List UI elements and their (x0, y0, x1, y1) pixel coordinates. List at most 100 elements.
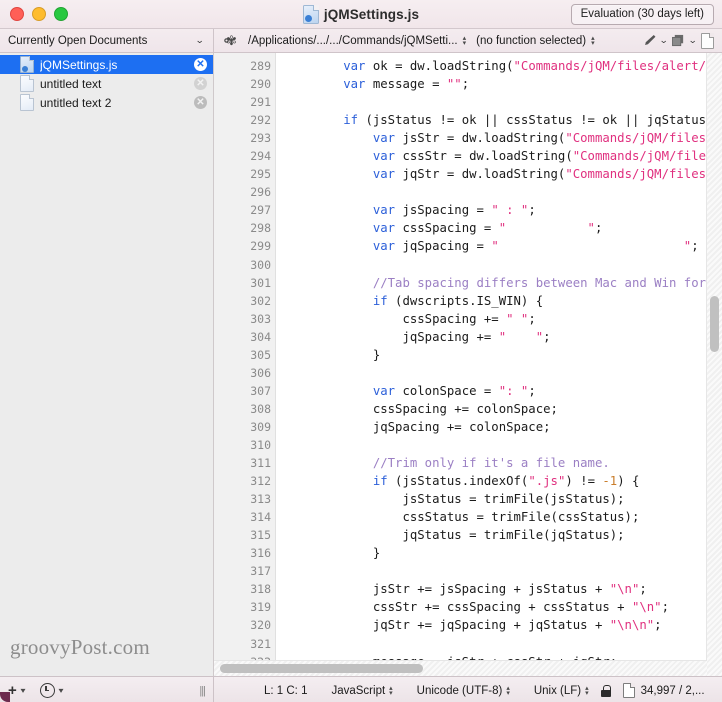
chevron-down-icon: ⌄ (658, 35, 669, 45)
line-number: 293 (250, 131, 271, 146)
line-number: 297 (250, 203, 271, 218)
encoding-popup[interactable]: Unicode (UTF-8) ▴ ▾ (405, 685, 522, 697)
chevron-down-icon: ⌄ (688, 35, 698, 45)
code-token: cssSpacing += (284, 311, 507, 326)
horizontal-scrollbar-thumb[interactable] (220, 664, 423, 673)
open-documents-popup[interactable]: Currently Open Documents ⌄ (0, 29, 214, 52)
code-token: ; (528, 311, 536, 326)
code-line: var jsStr = dw.loadString("Commands/jQM/… (276, 129, 722, 147)
evaluation-badge[interactable]: Evaluation (30 days left) (570, 4, 714, 25)
close-icon[interactable]: ✕ (194, 96, 207, 109)
code-line: cssStatus = trimFile(cssStatus); (276, 508, 722, 526)
line-number: 309 (250, 419, 271, 434)
resize-grip[interactable]: ||| (199, 685, 206, 697)
code-line: jsStr += jsSpacing + jsStatus + "\n"; (276, 580, 722, 598)
code-line: if (dwscripts.IS_WIN) { (276, 292, 722, 310)
stepper-icon: ▴ ▾ (462, 34, 467, 47)
main-content: jQMSettings.js ✕ untitled text ✕ untitled te… (0, 53, 722, 676)
code-token: cssStr += cssSpacing + cssStatus + (284, 600, 632, 615)
document-list-item[interactable]: untitled text ✕ (0, 74, 213, 93)
minimize-button[interactable] (32, 7, 46, 21)
close-icon[interactable]: ✕ (194, 77, 207, 90)
tag-button[interactable]: ⌄ (642, 34, 668, 47)
code-line: } (276, 544, 722, 562)
stack-button[interactable]: ⌄ (671, 34, 698, 47)
code-token: " " (506, 311, 529, 326)
language-popup[interactable]: JavaScript ▴ ▾ (319, 685, 404, 697)
code-line: jqStr += jqSpacing + jqStatus + "\n\n"; (276, 616, 722, 634)
code-token: jqStatus = trimFile(jqStatus); (284, 528, 625, 543)
chevron-down-icon[interactable]: ▾ (20, 686, 25, 695)
code-line: jqSpacing += colonSpace; (276, 418, 722, 436)
clock-icon[interactable] (39, 683, 55, 698)
code-token: jqSpacing = (395, 239, 492, 254)
line-number: 318 (250, 582, 271, 597)
code-token: cssSpacing = (395, 221, 499, 236)
close-icon[interactable]: ✕ (194, 58, 207, 71)
line-number: 306 (250, 365, 271, 380)
document-list-item[interactable]: jQMSettings.js ✕ (0, 55, 213, 74)
editor-window: jQMSettings.js Evaluation (30 days left)… (0, 0, 722, 702)
document-list-item[interactable]: untitled text 2 ✕ (0, 93, 213, 112)
line-number: 321 (250, 636, 271, 651)
code-token: var (343, 77, 366, 92)
line-number: 314 (250, 510, 271, 525)
toolbar-icon-group: ⌄ ⌄ (642, 32, 717, 49)
code-line: cssSpacing += " "; (276, 310, 722, 328)
function-popup[interactable]: (no function selected) ▴ ▾ (476, 35, 594, 47)
line-number: 299 (250, 239, 271, 254)
line-number: 305╴ (214, 346, 285, 364)
code-token: jqSpacing += colonSpace; (284, 419, 551, 434)
code-token: "Commands/jQM/files/alert/OK" (513, 59, 722, 73)
code-token: jsStr += jsSpacing + jsStatus + (284, 582, 610, 597)
line-number: 290 (250, 77, 271, 92)
line-number-gutter: 289 290 291292▾ 293 294 295 296 297 298 299 300 301… (214, 53, 285, 676)
code-token: jsSpacing = (395, 203, 492, 218)
code-token: ; (461, 77, 470, 92)
js-file-icon (302, 4, 319, 24)
horizontal-scrollbar[interactable] (214, 660, 707, 676)
code-text-area[interactable]: var ok = dw.loadString("Commands/jQM/fil… (276, 53, 722, 676)
code-token: var (372, 203, 396, 218)
code-token: //Trim only if it's a file name. (372, 456, 610, 471)
stepper-icon: ▴ ▾ (389, 684, 393, 697)
code-token: ; (528, 383, 536, 398)
code-token: ; (691, 239, 699, 254)
file-path-popup[interactable]: /Applications/.../.../Commands/jQMSetti.… (248, 35, 466, 47)
code-token: cssStr = dw.loadString( (395, 149, 573, 164)
code-line: var cssStr = dw.loadString("Commands/jQM… (276, 147, 722, 165)
chevron-down-icon[interactable]: ▾ (58, 686, 63, 695)
code-line: cssSpacing += colonSpace; (276, 400, 722, 418)
code-line: jsStatus = trimFile(jsStatus); (276, 490, 722, 508)
file-size-label: 34,997 / 2,... (640, 684, 705, 697)
code-token: ; (594, 221, 603, 236)
status-bar-right: L: 1 C: 1 JavaScript ▴ ▾ Unicode (UTF-8) … (214, 677, 722, 702)
line-endings-popup[interactable]: Unix (LF) ▴ ▾ (522, 685, 601, 697)
code-line: jqSpacing += " "; (276, 328, 722, 346)
code-line: var jqSpacing = " "; (276, 237, 722, 255)
code-token: } (284, 347, 381, 362)
function-popup-label: (no function selected) (476, 34, 587, 47)
encoding-label: Unicode (UTF-8) (416, 684, 503, 697)
vertical-scrollbar-thumb[interactable] (710, 296, 719, 352)
code-token: "" (446, 77, 462, 92)
code-token: ; (654, 618, 662, 633)
code-token: var (372, 239, 396, 254)
page-icon[interactable] (701, 32, 714, 49)
code-token: "\n\n" (609, 618, 655, 633)
line-number: 295 (250, 167, 271, 182)
close-button[interactable] (10, 7, 24, 21)
code-token: "\n" (609, 582, 640, 597)
code-token: (jsStatus != ok || cssStatus != ok || jq… (358, 113, 722, 128)
lock-icon[interactable] (600, 684, 611, 697)
vertical-scrollbar[interactable] (706, 53, 722, 676)
zoom-button[interactable] (54, 7, 68, 21)
code-editor-pane[interactable]: 289 290 291292▾ 293 294 295 296 297 298 299 300 301… (214, 53, 722, 676)
